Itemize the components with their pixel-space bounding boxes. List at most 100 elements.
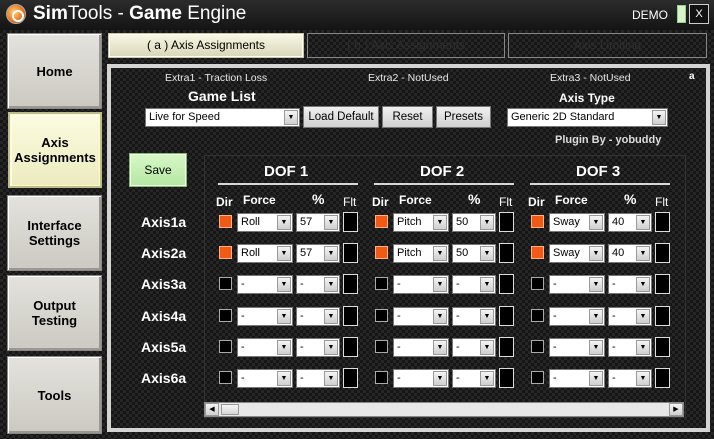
filter-box[interactable]: [655, 212, 670, 232]
direction-toggle[interactable]: [219, 215, 232, 228]
force-select[interactable]: Roll ▼: [237, 213, 293, 232]
direction-toggle[interactable]: [375, 340, 388, 353]
force-select[interactable]: - ▼: [393, 338, 449, 357]
filter-box[interactable]: [655, 368, 670, 388]
force-select[interactable]: - ▼: [393, 307, 449, 326]
title-bar: SimTools - Game Engine DEMO X: [0, 0, 714, 30]
app-window: { "app": {"title_prefix": "Sim", "title_…: [0, 0, 714, 439]
direction-toggle[interactable]: [531, 277, 544, 290]
direction-toggle[interactable]: [219, 246, 232, 259]
force-select[interactable]: Roll ▼: [237, 244, 293, 263]
axis-row-label: Axis2a: [141, 245, 187, 261]
save-button[interactable]: Save: [130, 154, 186, 186]
load-default-button[interactable]: Load Default: [303, 106, 379, 128]
force-select[interactable]: Sway ▼: [549, 213, 605, 232]
direction-toggle[interactable]: [375, 246, 388, 259]
col-header-dir: Dir: [372, 195, 389, 209]
force-select[interactable]: - ▼: [237, 369, 293, 388]
percent-select[interactable]: - ▼: [296, 338, 340, 357]
filter-box[interactable]: [499, 337, 514, 357]
force-select[interactable]: - ▼: [237, 275, 293, 294]
direction-toggle[interactable]: [219, 340, 232, 353]
filter-box[interactable]: [499, 274, 514, 294]
arrow-right-icon[interactable]: ▶: [669, 403, 683, 416]
force-select[interactable]: - ▼: [549, 338, 605, 357]
filter-box[interactable]: [655, 337, 670, 357]
direction-toggle[interactable]: [531, 309, 544, 322]
tab-axis-assignments-a[interactable]: ( a ) Axis Assignments: [108, 33, 304, 58]
percent-select[interactable]: - ▼: [608, 338, 652, 357]
percent-select[interactable]: - ▼: [608, 369, 652, 388]
filter-box[interactable]: [499, 212, 514, 232]
filter-box[interactable]: [655, 243, 670, 263]
chevron-down-icon: ▼: [480, 277, 494, 292]
percent-select[interactable]: 57 ▼: [296, 213, 340, 232]
nav-tools-button[interactable]: Tools: [7, 356, 102, 434]
tab-axis-limiting[interactable]: Axis Limiting: [508, 33, 707, 58]
game-list-select[interactable]: Live for Speed ▼: [145, 108, 300, 127]
tab-axis-assignments-b[interactable]: ( b ) Axis Assignments: [307, 33, 505, 58]
direction-toggle[interactable]: [375, 215, 388, 228]
nav-interface-settings-button[interactable]: Interface Settings: [7, 195, 102, 271]
dof-divider: [218, 183, 358, 185]
force-select[interactable]: Sway ▼: [549, 244, 605, 263]
filter-box[interactable]: [655, 306, 670, 326]
direction-toggle[interactable]: [375, 309, 388, 322]
force-select[interactable]: - ▼: [393, 275, 449, 294]
filter-box[interactable]: [343, 306, 358, 326]
force-select[interactable]: - ▼: [237, 338, 293, 357]
direction-toggle[interactable]: [531, 371, 544, 384]
filter-box[interactable]: [343, 243, 358, 263]
force-select[interactable]: - ▼: [549, 369, 605, 388]
force-select[interactable]: - ▼: [549, 275, 605, 294]
percent-select[interactable]: - ▼: [296, 369, 340, 388]
filter-box[interactable]: [343, 274, 358, 294]
percent-select[interactable]: 40 ▼: [608, 213, 652, 232]
chevron-down-icon: ▼: [652, 110, 666, 125]
percent-select[interactable]: - ▼: [608, 275, 652, 294]
filter-box[interactable]: [499, 368, 514, 388]
filter-box[interactable]: [343, 368, 358, 388]
scroll-thumb[interactable]: [221, 404, 239, 415]
force-select[interactable]: - ▼: [237, 307, 293, 326]
percent-select[interactable]: 40 ▼: [608, 244, 652, 263]
force-select[interactable]: Pitch ▼: [393, 244, 449, 263]
direction-toggle[interactable]: [219, 309, 232, 322]
chevron-down-icon: ▼: [324, 277, 338, 292]
direction-toggle[interactable]: [531, 215, 544, 228]
filter-box[interactable]: [343, 212, 358, 232]
direction-toggle[interactable]: [219, 277, 232, 290]
filter-box[interactable]: [499, 243, 514, 263]
direction-toggle[interactable]: [531, 246, 544, 259]
percent-select[interactable]: - ▼: [452, 338, 496, 357]
percent-select[interactable]: 50 ▼: [452, 213, 496, 232]
presets-button[interactable]: Presets: [436, 106, 491, 128]
percent-select[interactable]: - ▼: [608, 307, 652, 326]
percent-select[interactable]: - ▼: [296, 307, 340, 326]
direction-toggle[interactable]: [531, 340, 544, 353]
arrow-left-icon[interactable]: ◀: [205, 403, 219, 416]
direction-toggle[interactable]: [375, 277, 388, 290]
percent-select[interactable]: 50 ▼: [452, 244, 496, 263]
force-select[interactable]: - ▼: [549, 307, 605, 326]
percent-select[interactable]: - ▼: [296, 275, 340, 294]
direction-toggle[interactable]: [219, 371, 232, 384]
chevron-down-icon: ▼: [636, 246, 650, 261]
filter-box[interactable]: [343, 337, 358, 357]
percent-select[interactable]: - ▼: [452, 275, 496, 294]
filter-box[interactable]: [655, 274, 670, 294]
reset-button[interactable]: Reset: [382, 106, 433, 128]
nav-home-button[interactable]: Home: [7, 33, 102, 109]
nav-axis-assignments-button[interactable]: Axis Assignments: [10, 114, 100, 186]
close-button[interactable]: X: [689, 4, 709, 24]
percent-select[interactable]: - ▼: [452, 369, 496, 388]
axis-type-select[interactable]: Generic 2D Standard ▼: [507, 108, 668, 127]
horizontal-scrollbar[interactable]: ◀ ▶: [204, 402, 684, 417]
percent-select[interactable]: - ▼: [452, 307, 496, 326]
direction-toggle[interactable]: [375, 371, 388, 384]
force-select[interactable]: Pitch ▼: [393, 213, 449, 232]
filter-box[interactable]: [499, 306, 514, 326]
force-select[interactable]: - ▼: [393, 369, 449, 388]
percent-select[interactable]: 57 ▼: [296, 244, 340, 263]
nav-output-testing-button[interactable]: Output Testing: [7, 275, 102, 351]
